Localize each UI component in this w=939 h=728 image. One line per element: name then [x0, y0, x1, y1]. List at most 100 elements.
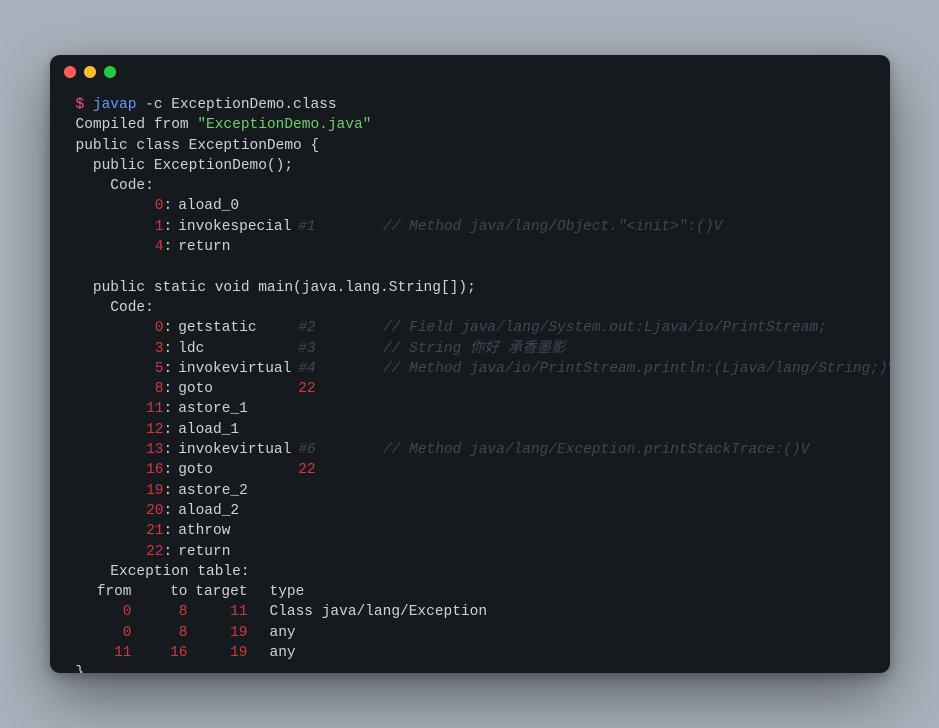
bytecode-colon: : [164, 361, 173, 377]
command-name: javap [93, 97, 137, 113]
bytecode-colon: : [164, 523, 173, 539]
close-icon[interactable] [64, 66, 76, 78]
bytecode-index: 11 [76, 399, 164, 419]
bytecode-line: 21:athrow [76, 521, 864, 541]
bytecode-colon: : [164, 320, 173, 336]
bytecode-mnemonic: invokespecial [172, 217, 298, 237]
exc-header-to: to [132, 582, 188, 602]
blank-line [76, 257, 864, 277]
bytecode-mnemonic: invokevirtual [172, 440, 298, 460]
exc-type: any [248, 623, 296, 643]
bytecode-index: 12 [76, 420, 164, 440]
main-signature: public static void main(java.lang.String… [76, 278, 864, 298]
exc-header-target: target [188, 582, 248, 602]
exc-to: 16 [132, 643, 188, 663]
bytecode-comment: // Field java/lang/System.out:Ljava/io/P… [383, 318, 827, 338]
bytecode-colon: : [164, 422, 173, 438]
bytecode-colon: : [164, 219, 173, 235]
window-titlebar [50, 55, 890, 89]
bytecode-colon: : [164, 198, 173, 214]
bytecode-mnemonic: goto [172, 379, 298, 399]
bytecode-mnemonic: aload_1 [172, 420, 298, 440]
bytecode-ref: #2 [298, 318, 348, 338]
bytecode-line: 4:return [76, 237, 864, 257]
bytecode-colon: : [164, 341, 173, 357]
bytecode-comment: // Method java/io/PrintStream.println:(L… [383, 359, 889, 379]
main-body: 0:getstatic#2 // Field java/lang/System.… [76, 318, 864, 562]
bytecode-line: 0:aload_0 [76, 196, 864, 216]
bytecode-colon: : [164, 381, 173, 397]
exc-target: 19 [188, 623, 248, 643]
bytecode-ref: #3 [298, 339, 348, 359]
exc-type: any [248, 643, 296, 663]
bytecode-line: 0:getstatic#2 // Field java/lang/System.… [76, 318, 864, 338]
terminal-content: $ javap -c ExceptionDemo.class Compiled f… [50, 89, 890, 673]
bytecode-mnemonic: athrow [172, 521, 298, 541]
bytecode-line: 22:return [76, 542, 864, 562]
exception-table-header: fromtotargettype [76, 582, 864, 602]
class-close: } [76, 663, 864, 673]
bytecode-mnemonic: invokevirtual [172, 359, 298, 379]
bytecode-line: 1:invokespecial#1 // Method java/lang/Ob… [76, 217, 864, 237]
ctor-signature: public ExceptionDemo(); [76, 156, 864, 176]
bytecode-mnemonic: getstatic [172, 318, 298, 338]
bytecode-mnemonic: ldc [172, 339, 298, 359]
compiled-from-value: "ExceptionDemo.java" [197, 117, 371, 133]
bytecode-target: 22 [298, 460, 348, 480]
bytecode-index: 1 [76, 217, 164, 237]
exc-header-type: type [248, 582, 305, 602]
bytecode-mnemonic: aload_0 [172, 196, 298, 216]
exc-target: 11 [188, 602, 248, 622]
command-arg: ExceptionDemo.class [171, 97, 336, 113]
ctor-code-label: Code: [76, 176, 864, 196]
bytecode-mnemonic: return [172, 542, 298, 562]
stage: $ javap -c ExceptionDemo.class Compiled f… [0, 0, 939, 728]
exception-table-row: 0811Class java/lang/Exception [76, 602, 864, 622]
bytecode-index: 3 [76, 339, 164, 359]
bytecode-mnemonic: return [172, 237, 298, 257]
bytecode-line: 13:invokevirtual#6 // Method java/lang/E… [76, 440, 864, 460]
bytecode-colon: : [164, 401, 173, 417]
exc-to: 8 [132, 623, 188, 643]
bytecode-colon: : [164, 442, 173, 458]
exception-table-row: 111619any [76, 643, 864, 663]
prompt-symbol: $ [76, 97, 85, 113]
bytecode-line: 11:astore_1 [76, 399, 864, 419]
class-declaration: public class ExceptionDemo { [76, 136, 864, 156]
bytecode-line: 16:goto22 [76, 460, 864, 480]
bytecode-comment: // String 你好 承香墨影 [383, 339, 566, 359]
exc-from: 0 [76, 623, 132, 643]
bytecode-mnemonic: goto [172, 460, 298, 480]
bytecode-index: 22 [76, 542, 164, 562]
exception-table-label: Exception table: [76, 562, 864, 582]
bytecode-ref: #4 [298, 359, 348, 379]
exc-from: 0 [76, 602, 132, 622]
bytecode-index: 4 [76, 237, 164, 257]
bytecode-colon: : [164, 239, 173, 255]
main-code-label: Code: [76, 298, 864, 318]
bytecode-index: 0 [76, 196, 164, 216]
bytecode-index: 13 [76, 440, 164, 460]
command-line: $ javap -c ExceptionDemo.class [76, 95, 864, 115]
bytecode-mnemonic: aload_2 [172, 501, 298, 521]
terminal-window: $ javap -c ExceptionDemo.class Compiled f… [50, 55, 890, 673]
bytecode-line: 19:astore_2 [76, 481, 864, 501]
bytecode-index: 5 [76, 359, 164, 379]
bytecode-line: 12:aload_1 [76, 420, 864, 440]
bytecode-index: 21 [76, 521, 164, 541]
exc-to: 8 [132, 602, 188, 622]
bytecode-colon: : [164, 503, 173, 519]
command-flag: -c [145, 97, 162, 113]
bytecode-index: 0 [76, 318, 164, 338]
bytecode-line: 20:aload_2 [76, 501, 864, 521]
compiled-from-label: Compiled from [76, 117, 198, 133]
exc-target: 19 [188, 643, 248, 663]
zoom-icon[interactable] [104, 66, 116, 78]
bytecode-colon: : [164, 544, 173, 560]
bytecode-index: 16 [76, 460, 164, 480]
bytecode-index: 20 [76, 501, 164, 521]
exception-table-body: 0811Class java/lang/Exception0819any1116… [76, 602, 864, 663]
bytecode-colon: : [164, 462, 173, 478]
exc-from: 11 [76, 643, 132, 663]
minimize-icon[interactable] [84, 66, 96, 78]
